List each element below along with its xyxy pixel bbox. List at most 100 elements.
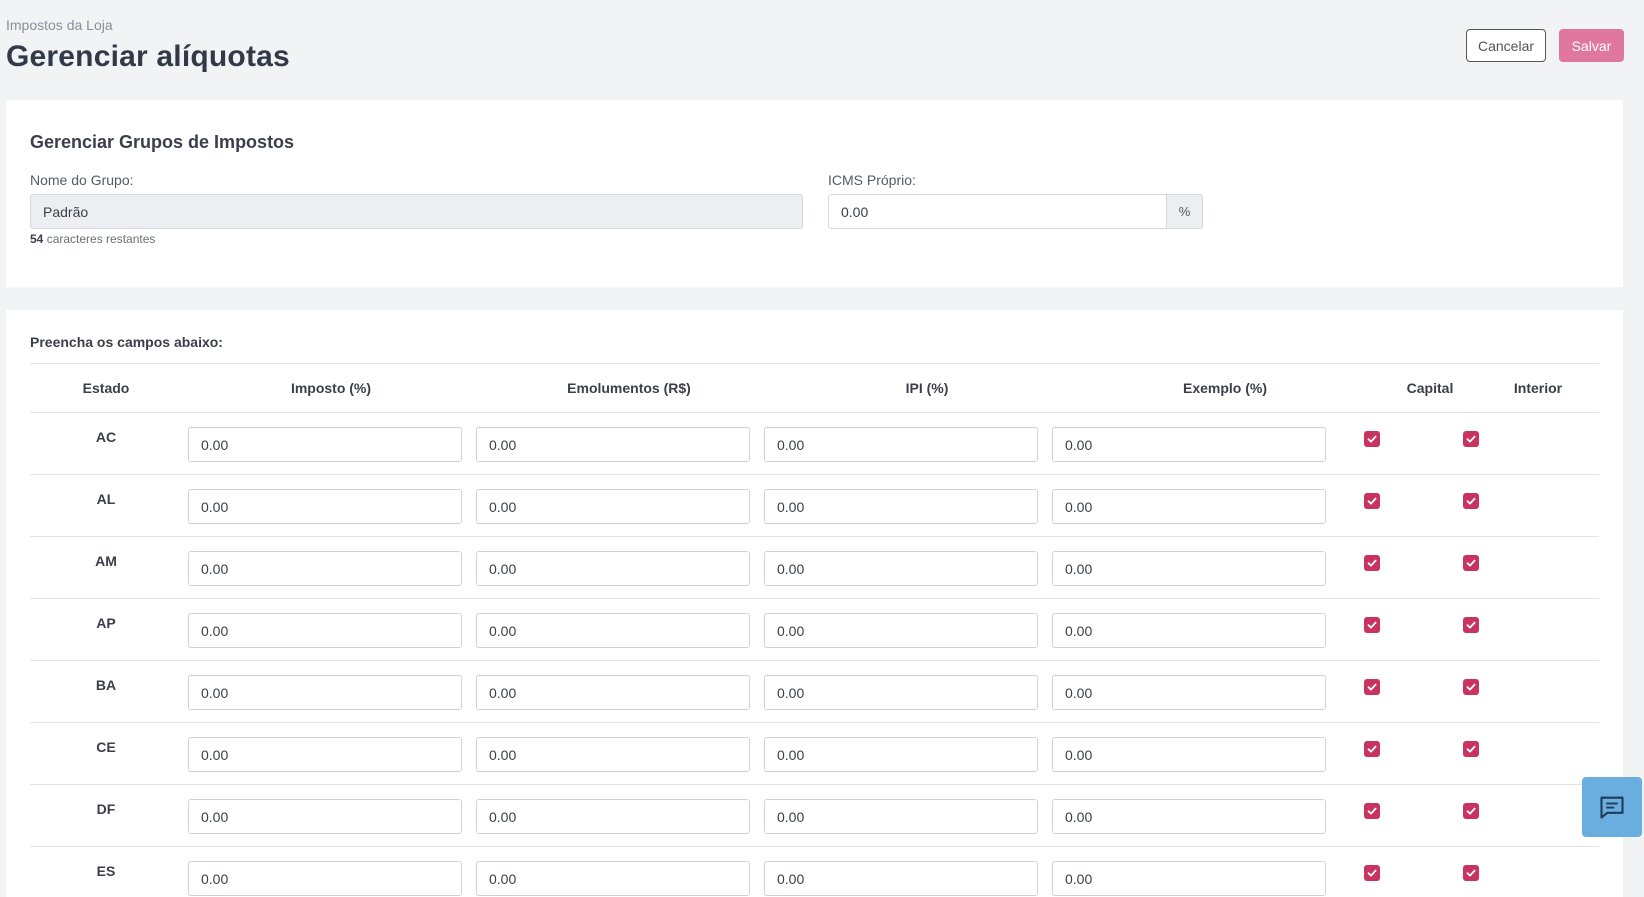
tax-groups-title: Gerenciar Grupos de Impostos [30,132,295,152]
state-cell: AM [95,553,117,569]
interior-checkbox[interactable] [1463,493,1479,509]
ipi-input[interactable]: 0.00 [764,613,1038,648]
check-icon [1466,559,1476,567]
col-header-emolumentos: Emolumentos (R$) [567,380,691,396]
exemplo-input[interactable]: 0.00 [1052,799,1326,834]
icms-label: ICMS Próprio: [828,172,916,188]
save-button[interactable]: Salvar [1559,29,1624,62]
ipi-input[interactable]: 0.00 [764,489,1038,524]
rates-table-header: Estado Imposto (%) Emolumentos (R$) IPI … [30,364,1599,413]
capital-checkbox[interactable] [1364,431,1380,447]
exemplo-input[interactable]: 0.00 [1052,861,1326,896]
ipi-input[interactable]: 0.00 [764,799,1038,834]
chat-button[interactable] [1582,777,1642,837]
group-name-label: Nome do Grupo: [30,172,134,188]
imposto-input[interactable]: 0.00 [188,551,462,586]
check-icon [1367,807,1377,815]
check-icon [1367,497,1377,505]
interior-checkbox[interactable] [1463,865,1479,881]
exemplo-input[interactable]: 0.00 [1052,427,1326,462]
icms-value: 0.00 [841,203,869,220]
exemplo-input[interactable]: 0.00 [1052,489,1326,524]
table-row: BA 0.00 0.00 0.00 0.00 [30,661,1599,723]
breadcrumb[interactable]: Impostos da Loja [6,17,113,33]
interior-checkbox[interactable] [1463,555,1479,571]
capital-checkbox[interactable] [1364,803,1380,819]
table-row: AM 0.00 0.00 0.00 0.00 [30,537,1599,599]
emolumentos-value: 0.00 [489,808,517,825]
emolumentos-value: 0.00 [489,436,517,453]
exemplo-value: 0.00 [1065,684,1093,701]
cancel-button[interactable]: Cancelar [1466,29,1546,62]
imposto-input[interactable]: 0.00 [188,427,462,462]
chars-remaining: 54 caracteres restantes [30,232,155,246]
emolumentos-input[interactable]: 0.00 [476,675,750,710]
ipi-input[interactable]: 0.00 [764,427,1038,462]
imposto-value: 0.00 [201,746,229,763]
ipi-value: 0.00 [777,622,805,639]
exemplo-value: 0.00 [1065,870,1093,887]
imposto-input[interactable]: 0.00 [188,613,462,648]
interior-checkbox[interactable] [1463,431,1479,447]
interior-checkbox[interactable] [1463,741,1479,757]
imposto-input[interactable]: 0.00 [188,799,462,834]
exemplo-input[interactable]: 0.00 [1052,613,1326,648]
imposto-value: 0.00 [201,870,229,887]
col-header-estado: Estado [82,380,130,396]
interior-checkbox[interactable] [1463,803,1479,819]
emolumentos-input[interactable]: 0.00 [476,799,750,834]
ipi-input[interactable]: 0.00 [764,737,1038,772]
ipi-input[interactable]: 0.00 [764,675,1038,710]
col-header-interior: Interior [1513,380,1563,396]
emolumentos-value: 0.00 [489,684,517,701]
check-icon [1466,745,1476,753]
capital-checkbox[interactable] [1364,555,1380,571]
emolumentos-input[interactable]: 0.00 [476,861,750,896]
imposto-input[interactable]: 0.00 [188,675,462,710]
col-header-exemplo: Exemplo (%) [1182,380,1267,396]
imposto-input[interactable]: 0.00 [188,861,462,896]
check-icon [1367,559,1377,567]
ipi-value: 0.00 [777,436,805,453]
group-name-input[interactable]: Padrão [30,194,803,229]
check-icon [1466,497,1476,505]
exemplo-input[interactable]: 0.00 [1052,675,1326,710]
interior-checkbox[interactable] [1463,679,1479,695]
rates-card: Preencha os campos abaixo: Estado Impost… [6,310,1623,897]
emolumentos-input[interactable]: 0.00 [476,737,750,772]
table-row: AL 0.00 0.00 0.00 0.00 [30,475,1599,537]
capital-checkbox[interactable] [1364,865,1380,881]
capital-checkbox[interactable] [1364,741,1380,757]
ipi-value: 0.00 [777,808,805,825]
imposto-value: 0.00 [201,808,229,825]
ipi-input[interactable]: 0.00 [764,861,1038,896]
rates-table-body: AC 0.00 0.00 0.00 0.00 AL 0.00 0.00 0.00 0.00 AM 0.… [30,413,1599,897]
check-icon [1367,745,1377,753]
ipi-value: 0.00 [777,560,805,577]
emolumentos-input[interactable]: 0.00 [476,427,750,462]
capital-checkbox[interactable] [1364,679,1380,695]
imposto-value: 0.00 [201,436,229,453]
group-name-value: Padrão [43,203,89,220]
emolumentos-input[interactable]: 0.00 [476,613,750,648]
interior-checkbox[interactable] [1463,617,1479,633]
ipi-input[interactable]: 0.00 [764,551,1038,586]
icms-input[interactable]: 0.00 [828,194,1167,229]
tax-groups-card: Gerenciar Grupos de Impostos Nome do Gru… [6,100,1623,287]
emolumentos-value: 0.00 [489,560,517,577]
icms-percent-addon: % [1167,194,1203,229]
imposto-input[interactable]: 0.00 [188,489,462,524]
check-icon [1466,435,1476,443]
capital-checkbox[interactable] [1364,493,1380,509]
exemplo-value: 0.00 [1065,498,1093,515]
capital-checkbox[interactable] [1364,617,1380,633]
exemplo-input[interactable]: 0.00 [1052,737,1326,772]
rates-intro: Preencha os campos abaixo: [30,334,223,350]
imposto-value: 0.00 [201,498,229,515]
imposto-value: 0.00 [201,560,229,577]
chat-icon [1600,796,1624,819]
exemplo-input[interactable]: 0.00 [1052,551,1326,586]
imposto-input[interactable]: 0.00 [188,737,462,772]
emolumentos-input[interactable]: 0.00 [476,551,750,586]
emolumentos-input[interactable]: 0.00 [476,489,750,524]
